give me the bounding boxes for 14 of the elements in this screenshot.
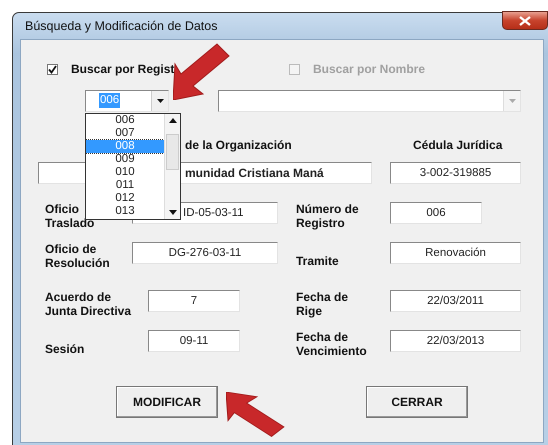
field-label: Fecha de Rige [296,290,350,318]
field-label: Tramite [296,254,340,268]
column-header: Cédula Jurídica [413,138,502,154]
field-label: Oficio de Resolución [45,242,110,270]
field-label: Acuerdo de Junta Directiva [45,290,132,318]
window-title: Búsqueda y Modificación de Datos [24,18,218,35]
field-label: Sesión [45,342,84,356]
field-label: Oficio Traslado [45,202,94,230]
checkbox-label: Buscar por Regist [71,62,174,76]
field-label: Fecha de Vencimiento [296,330,368,358]
column-header: de la Organización [185,138,293,154]
checkbox-label: Buscar por Nombre [313,62,426,76]
field-label: Número de Registro [296,202,360,230]
combo-value: 006 [99,93,120,108]
